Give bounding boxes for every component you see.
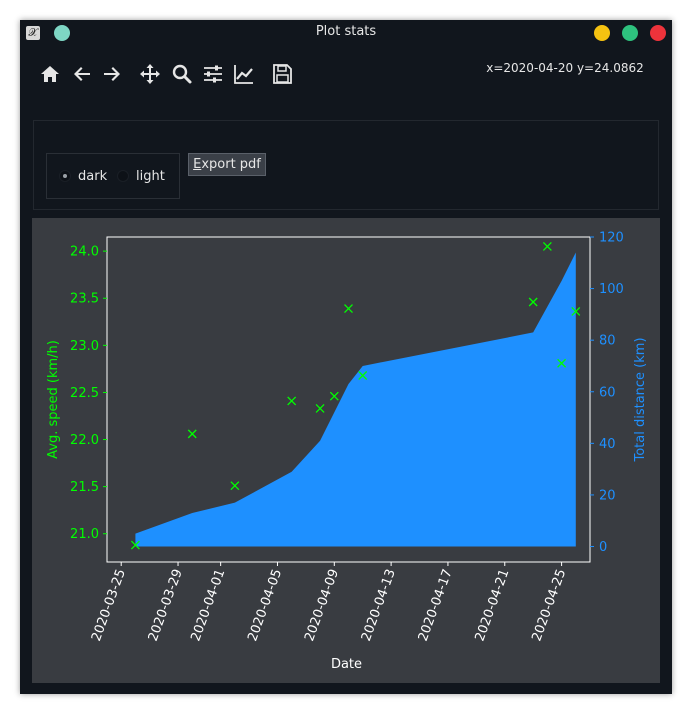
speed-marker-2 xyxy=(230,481,240,491)
home-icon xyxy=(41,66,59,82)
y-left-tick-label-6: 24.0 xyxy=(70,245,99,260)
zoom-button[interactable] xyxy=(170,62,194,86)
y-right-tick-label-0: 0 xyxy=(599,540,607,555)
x-tick-label-1: 2020-03-29 xyxy=(146,567,186,643)
x-tick-label-8: 2020-04-25 xyxy=(529,567,569,643)
zoom-icon xyxy=(172,64,192,84)
speed-marker-5 xyxy=(329,391,339,401)
radio-indicator-checked xyxy=(59,170,71,182)
theme-radio-group: dark light xyxy=(46,153,180,199)
y-left-tick-label-0: 21.0 xyxy=(70,527,99,542)
forward-icon xyxy=(104,67,120,81)
speed-marker-6 xyxy=(344,304,353,314)
theme-light-radio[interactable]: light xyxy=(117,168,165,184)
x-axis-label: Date xyxy=(331,657,362,672)
distance-area xyxy=(135,252,576,547)
customize-icon xyxy=(234,65,253,84)
y-right-tick-label-6: 120 xyxy=(599,231,624,246)
theme-light-label: light xyxy=(136,168,165,184)
forward-button[interactable] xyxy=(100,62,124,86)
y-left-tick-label-2: 22.0 xyxy=(70,433,99,448)
plot-toolbar: x=2020-04-20 y=24.0862 xyxy=(20,60,672,88)
y-left-tick-label-4: 23.0 xyxy=(70,339,99,354)
y-right-tick-label-1: 20 xyxy=(599,488,616,503)
customize-button[interactable] xyxy=(232,62,256,86)
controls-panel: dark light Export pdf xyxy=(33,120,659,210)
y-left-axis-label: Avg. speed (km/h) xyxy=(46,340,61,459)
back-icon xyxy=(74,67,90,81)
speed-marker-1 xyxy=(187,429,197,439)
maximize-button[interactable] xyxy=(622,25,638,41)
close-button[interactable] xyxy=(650,25,666,41)
y-right-tick-label-3: 60 xyxy=(599,385,616,400)
subplots-icon xyxy=(204,65,222,83)
x-tick-label-5: 2020-04-13 xyxy=(359,567,399,643)
theme-dark-radio[interactable]: dark xyxy=(59,168,107,184)
speed-marker-8 xyxy=(528,297,538,307)
y-left-tick-label-1: 21.5 xyxy=(70,480,99,495)
x-tick-label-4: 2020-04-09 xyxy=(302,567,342,643)
speed-marker-9 xyxy=(542,241,552,251)
x-tick-label-6: 2020-04-17 xyxy=(416,567,456,643)
pan-icon xyxy=(140,64,160,84)
plot-window: 𝒳 Plot stats x=2020-04-20 y=24.0862 dark… xyxy=(20,20,672,694)
chart-svg: 21.0 21.5 22.0 22.5 23.0 23.5 24.0 0 20 40 60 80 100… xyxy=(46,231,648,673)
y-right-tick-label-4: 80 xyxy=(599,334,616,349)
home-button[interactable] xyxy=(38,62,62,86)
figure-canvas[interactable]: 21.0 21.5 22.0 22.5 23.0 23.5 24.0 0 20 40 60 80 100… xyxy=(32,218,660,683)
theme-dark-label: dark xyxy=(78,168,108,184)
pan-button[interactable] xyxy=(138,62,162,86)
export-pdf-label: Export pdf xyxy=(193,157,261,172)
y-right-axis-label: Total distance (km) xyxy=(633,337,648,462)
y-right-tick-label-2: 40 xyxy=(599,437,616,452)
x-tick-label-7: 2020-04-21 xyxy=(473,567,513,643)
export-pdf-button[interactable]: Export pdf xyxy=(188,153,266,176)
save-icon xyxy=(273,64,292,84)
back-button[interactable] xyxy=(70,62,94,86)
speed-marker-3 xyxy=(287,396,297,406)
y-left-tick-label-3: 22.5 xyxy=(70,386,99,401)
coordinate-readout: x=2020-04-20 y=24.0862 xyxy=(486,61,644,75)
save-button[interactable] xyxy=(270,62,294,86)
speed-marker-4 xyxy=(315,403,325,413)
x-tick-label-3: 2020-04-05 xyxy=(245,567,285,643)
title-bar: 𝒳 Plot stats xyxy=(20,20,672,46)
x-tick-label-0: 2020-03-25 xyxy=(89,567,129,643)
minimize-button[interactable] xyxy=(594,25,610,41)
window-title: Plot stats xyxy=(315,24,377,39)
y-left-tick-label-5: 23.5 xyxy=(70,292,99,307)
radio-indicator xyxy=(117,170,129,182)
x-tick-label-2: 2020-04-01 xyxy=(188,567,228,643)
subplots-button[interactable] xyxy=(201,62,225,86)
y-right-tick-label-5: 100 xyxy=(599,282,624,297)
